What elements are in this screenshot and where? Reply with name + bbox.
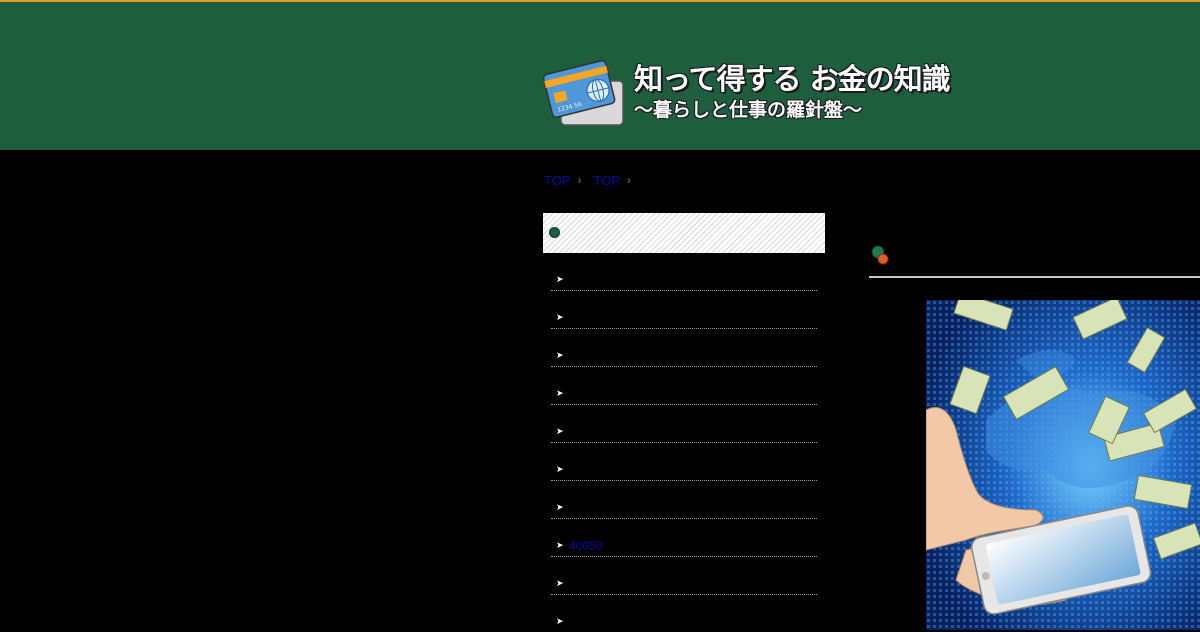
arrow-bullet-icon: ➤ xyxy=(556,503,564,513)
arrow-bullet-icon: ➤ xyxy=(556,465,564,475)
green-dot-icon xyxy=(549,227,560,238)
sidebar-heading xyxy=(543,213,825,253)
sidebar-list-item: ➤ xyxy=(551,253,817,291)
arrow-bullet-icon: ➤ xyxy=(556,427,564,437)
breadcrumb-top-link[interactable]: TOP xyxy=(544,173,571,188)
sidebar-list-item: ➤ xyxy=(551,367,817,405)
sidebar-list-item: ➤ xyxy=(551,557,817,595)
site-subtitle: 〜暮らしと仕事の羅針盤〜 xyxy=(634,99,863,121)
arrow-bullet-icon: ➤ xyxy=(556,351,564,361)
chevron-right-icon: › xyxy=(577,173,582,187)
credit-card-icon: 1234 56 xyxy=(543,59,624,126)
sidebar-list-item: ➤ xyxy=(551,481,817,519)
arrow-bullet-icon: ➤ xyxy=(556,617,564,627)
sidebar-list-item: ➤ 40050 xyxy=(551,519,817,557)
smartphone-money-world-map-image xyxy=(926,300,1200,630)
site-title: 知って得する お金の知識 xyxy=(634,62,951,96)
arrow-bullet-icon: ➤ xyxy=(556,313,564,323)
sidebar-list-item: ➤ xyxy=(551,291,817,329)
site-header: 1234 56 知って得する お金の知識 〜暮らしと仕事の羅針盤〜 xyxy=(0,2,1200,150)
green-orange-dots-icon xyxy=(871,245,889,265)
sidebar-list-item: ➤ xyxy=(551,329,817,367)
arrow-bullet-icon: ➤ xyxy=(556,579,564,589)
breadcrumb-top-link[interactable]: TOP xyxy=(594,173,621,188)
sidebar-list-item: ➤ xyxy=(551,443,817,481)
breadcrumb: TOP › TOP › xyxy=(544,171,643,189)
chevron-right-icon: › xyxy=(627,173,631,187)
arrow-bullet-icon: ➤ xyxy=(556,275,564,285)
site-logo-link[interactable]: 1234 56 知って得する お金の知識 〜暮らしと仕事の羅針盤〜 xyxy=(543,48,993,128)
arrow-bullet-icon: ➤ xyxy=(556,541,564,551)
arrow-bullet-icon: ➤ xyxy=(556,389,564,399)
sidebar-list: ➤ ➤ ➤ ➤ ➤ ➤ ➤ ➤ 40050 ➤ ➤ xyxy=(543,253,817,632)
sidebar-list-item: ➤ xyxy=(551,405,817,443)
sidebar-list-item: ➤ xyxy=(551,595,817,632)
main-section-heading xyxy=(869,240,1200,278)
sidebar-item-link[interactable]: 40050 xyxy=(569,539,602,553)
sidebar: ➤ ➤ ➤ ➤ ➤ ➤ ➤ ➤ 40050 ➤ ➤ xyxy=(543,213,825,632)
